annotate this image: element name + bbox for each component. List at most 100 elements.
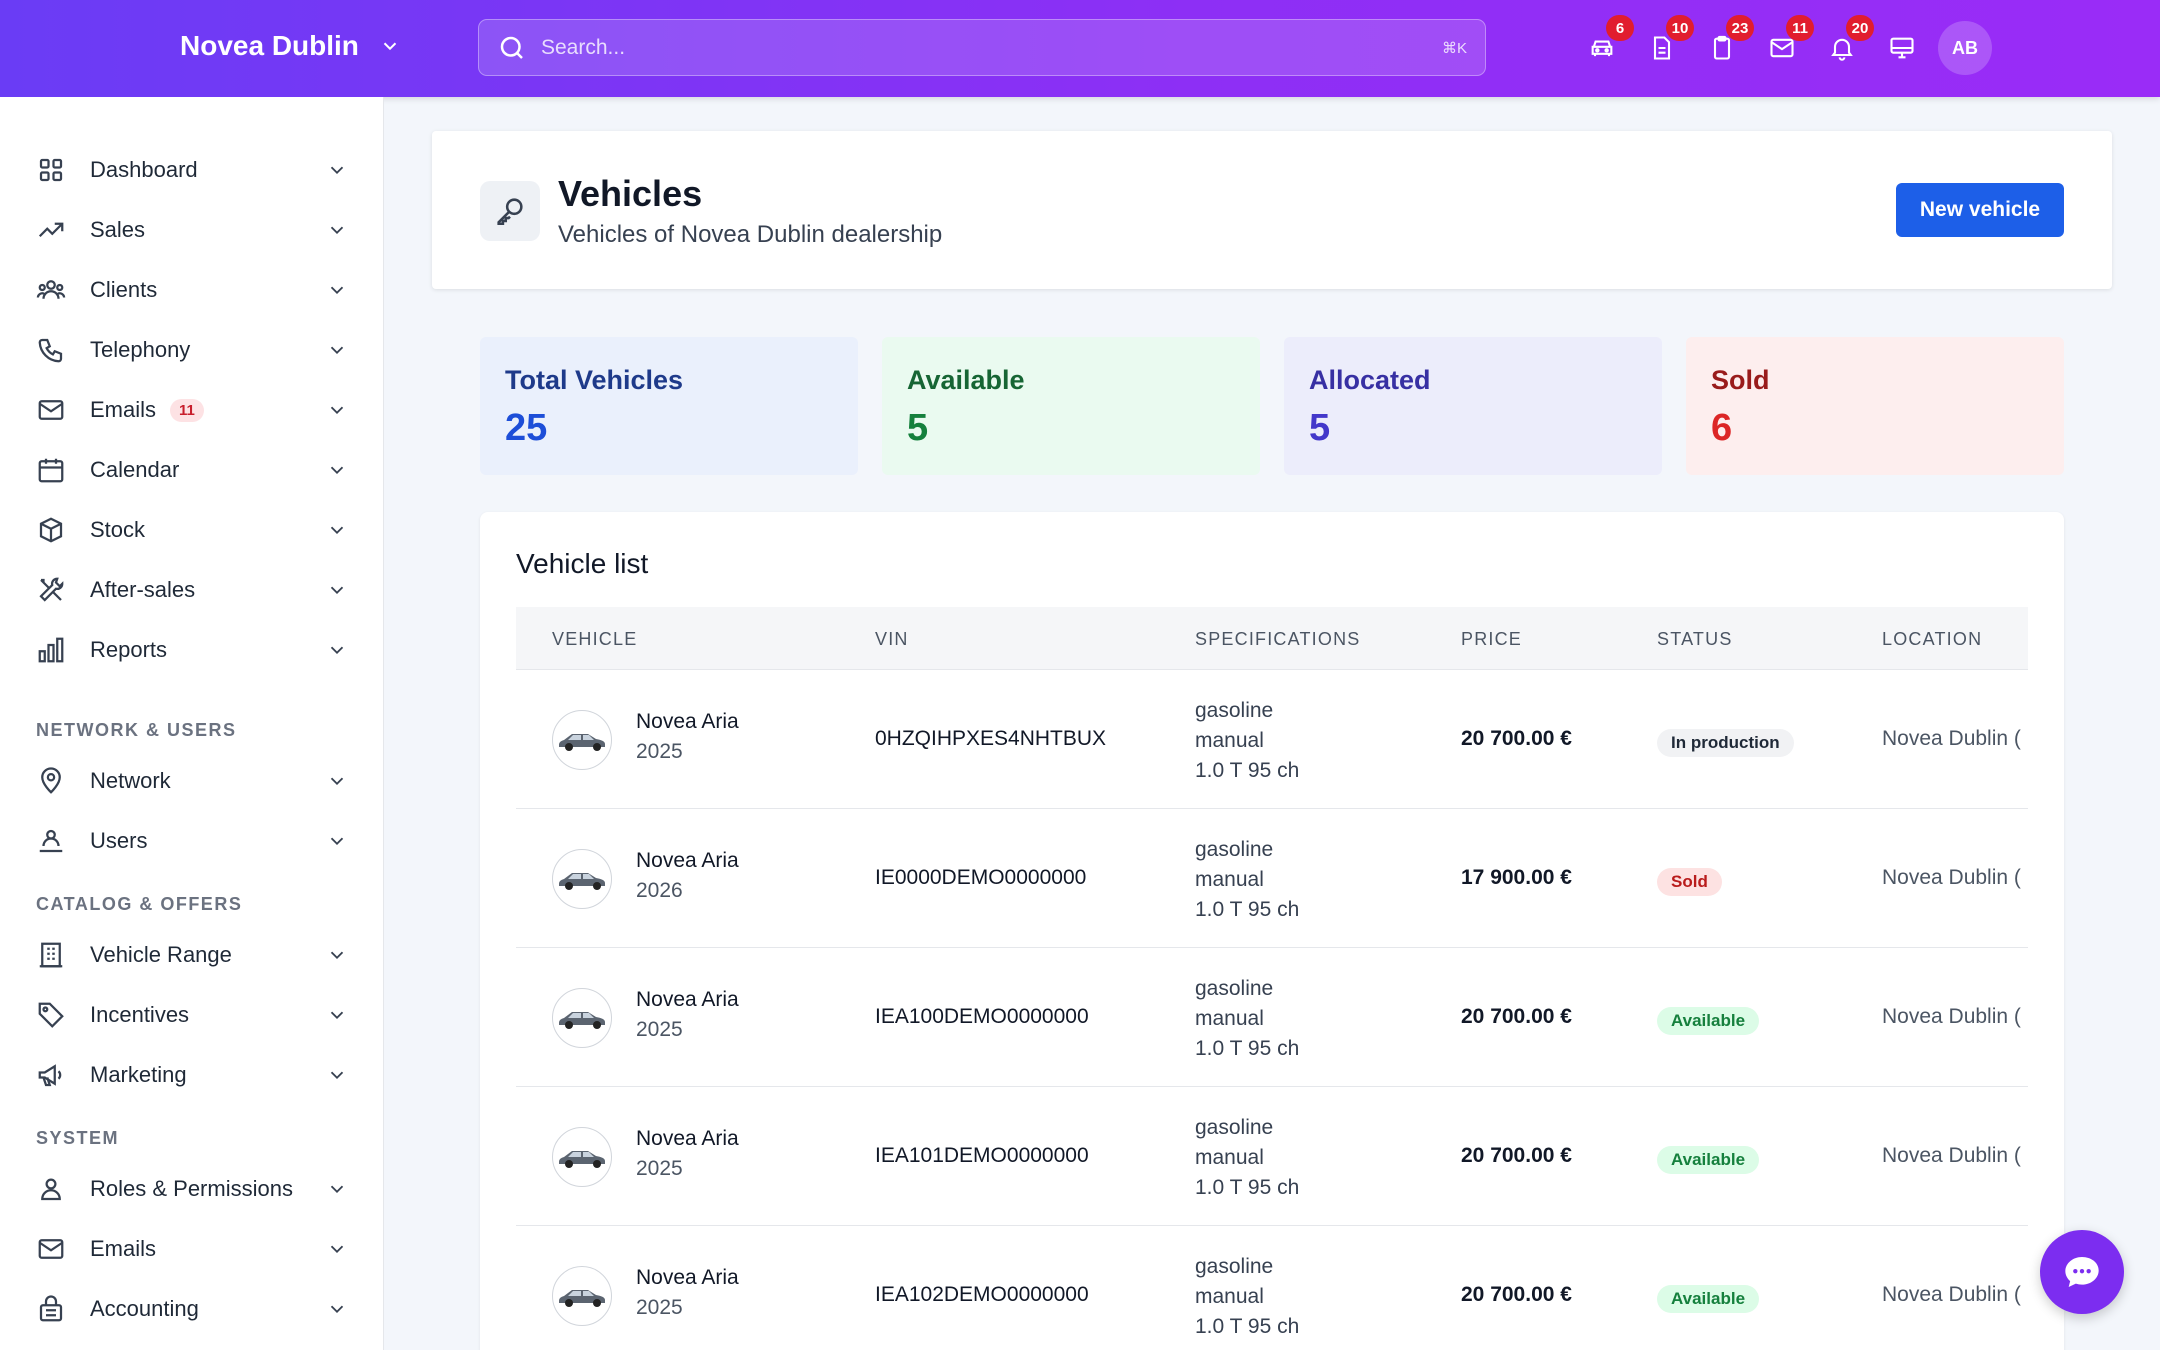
sidebar-item-sales[interactable]: Sales	[36, 207, 356, 253]
sidebar-item-stock[interactable]: Stock	[36, 507, 356, 553]
vehicle-specs: gasoline manual 1.0 T 95 ch	[1195, 835, 1299, 925]
dealership-selector[interactable]: Novea Dublin	[180, 30, 401, 62]
column-header[interactable]: VIN	[875, 629, 909, 650]
chevron-down-icon	[330, 346, 344, 355]
status-badge: Available	[1657, 1007, 1760, 1035]
sidebar-item-label: Incentives	[90, 1002, 190, 1027]
vehicle-name[interactable]: Novea Aria	[636, 849, 739, 873]
sidebar-item-label: Emails	[90, 1236, 157, 1261]
messages-button[interactable]: 11	[1752, 15, 1814, 66]
chevron-down-icon	[330, 466, 344, 475]
sidebar-item-label: Telephony	[90, 337, 191, 362]
search-bar[interactable]: ⌘K	[478, 19, 1486, 76]
section-title: NETWORK & USERS	[36, 720, 237, 740]
sidebar-item-after-sales[interactable]: After-sales	[36, 567, 356, 613]
vehicle-name[interactable]: Novea Aria	[636, 710, 739, 734]
mail-icon	[36, 1234, 66, 1264]
sidebar-item-system-emails[interactable]: Emails	[36, 1226, 356, 1272]
documents-button[interactable]: 10	[1632, 15, 1694, 66]
chevron-down-icon	[330, 1305, 344, 1314]
notification-badge: 10	[1666, 15, 1694, 41]
bar-chart-icon	[36, 635, 66, 665]
column-header[interactable]: PRICE	[1461, 629, 1522, 650]
chevron-down-icon	[330, 646, 344, 655]
column-header[interactable]: VEHICLE	[552, 629, 637, 650]
status-badge: Available	[1657, 1285, 1760, 1313]
chat-bubble-icon	[2065, 1257, 2099, 1287]
user-avatar[interactable]: AB	[1938, 21, 1992, 75]
tasks-button[interactable]: 23	[1692, 15, 1754, 66]
vehicle-name[interactable]: Novea Aria	[636, 988, 739, 1012]
chat-button[interactable]	[2040, 1230, 2124, 1314]
vehicle-vin: IEA101DEMO0000000	[875, 1144, 1089, 1167]
notification-badge: 20	[1846, 15, 1874, 41]
phone-icon	[36, 335, 66, 365]
trending-up-icon	[36, 215, 66, 245]
vehicle-vin: IEA100DEMO0000000	[875, 1005, 1089, 1028]
megaphone-icon	[36, 1060, 66, 1090]
sidebar-item-label: Sales	[90, 217, 146, 242]
spec-fuel: gasoline	[1195, 1116, 1274, 1139]
new-vehicle-button[interactable]: New vehicle	[1896, 183, 2064, 237]
spec-fuel: gasoline	[1195, 699, 1274, 722]
chevron-down-icon	[330, 406, 344, 415]
sidebar-item-label: Users	[90, 828, 148, 853]
vehicle-name[interactable]: Novea Aria	[636, 1127, 739, 1151]
sidebar-item-marketing[interactable]: Marketing	[36, 1052, 356, 1098]
chevron-down-icon	[330, 1011, 344, 1020]
table-row[interactable]: Novea Aria 2025 IEA100DEMO0000000 gasoli…	[516, 948, 2028, 1087]
stat-card-sold: Sold 6	[1686, 337, 2064, 475]
car-thumbnail	[552, 849, 612, 909]
car-icon	[559, 873, 605, 890]
page-title: Vehicles	[558, 173, 703, 214]
sidebar-item-reports[interactable]: Reports	[36, 627, 356, 673]
table-row[interactable]: Novea Aria 2026 IE0000DEMO0000000 gasoli…	[516, 809, 2028, 948]
vehicle-location: Novea Dublin (	[1882, 1005, 2021, 1028]
column-header[interactable]: SPECIFICATIONS	[1195, 629, 1361, 650]
table-row[interactable]: Novea Aria 2025 IEA101DEMO0000000 gasoli…	[516, 1087, 2028, 1226]
notifications-button[interactable]: 20	[1812, 15, 1874, 66]
vehicle-specs: gasoline manual 1.0 T 95 ch	[1195, 696, 1299, 786]
unread-badge: 11	[170, 398, 204, 422]
sidebar-item-label: Network	[90, 768, 171, 793]
sidebar-item-calendar[interactable]: Calendar	[36, 447, 356, 493]
sidebar-item-roles-permissions[interactable]: Roles & Permissions	[36, 1166, 356, 1212]
sidebar-item-network[interactable]: Network	[36, 758, 356, 804]
chevron-down-icon	[330, 777, 344, 786]
sidebar-item-label: Marketing	[90, 1062, 187, 1087]
vehicle-list-card: Vehicle list VEHICLE VIN SPECIFICATIONS …	[480, 512, 2064, 1350]
notification-badge: 6	[1606, 15, 1634, 41]
spec-fuel: gasoline	[1195, 977, 1274, 1000]
car-icon	[559, 1012, 605, 1029]
car-thumbnail	[552, 1127, 612, 1187]
sidebar-item-label: Clients	[90, 277, 158, 302]
stat-value: 6	[1711, 407, 1733, 449]
vehicle-vin: IEA102DEMO0000000	[875, 1283, 1089, 1306]
table-row[interactable]: Novea Aria 2025 0HZQIHPXES4NHTBUX gasoli…	[516, 670, 2028, 809]
sidebar-item-users[interactable]: Users	[36, 818, 356, 864]
vehicle-vin: 0HZQIHPXES4NHTBUX	[875, 727, 1107, 750]
stat-card-available: Available 5	[882, 337, 1260, 475]
sidebar-item-incentives[interactable]: Incentives	[36, 992, 356, 1038]
vehicle-name[interactable]: Novea Aria	[636, 1266, 739, 1290]
sidebar-item-telephony[interactable]: Telephony	[36, 327, 356, 373]
table-row[interactable]: Novea Aria 2025 IEA102DEMO0000000 gasoli…	[516, 1226, 2028, 1350]
sidebar-item-label: Stock	[90, 517, 146, 542]
sidebar-item-clients[interactable]: Clients	[36, 267, 356, 313]
search-input[interactable]	[541, 35, 1442, 60]
column-header[interactable]: STATUS	[1657, 629, 1733, 650]
column-header[interactable]: LOCATION	[1882, 629, 1982, 650]
vehicles-notifications-button[interactable]: 6	[1572, 15, 1634, 66]
spec-gearbox: manual	[1195, 729, 1264, 752]
sidebar-item-dashboard[interactable]: Dashboard	[36, 147, 356, 193]
sidebar-item-emails[interactable]: Emails 11	[36, 387, 356, 433]
sidebar-item-vehicle-range[interactable]: Vehicle Range	[36, 932, 356, 978]
calendar-icon	[36, 455, 66, 485]
page-header: Vehicles Vehicles of Novea Dublin dealer…	[432, 131, 2112, 289]
sidebar-item-accounting[interactable]: Accounting	[36, 1286, 356, 1332]
sidebar-item-label: Calendar	[90, 457, 180, 482]
chevron-down-icon	[330, 1071, 344, 1080]
car-icon	[559, 734, 605, 751]
display-button[interactable]	[1872, 30, 1932, 66]
spec-gearbox: manual	[1195, 1146, 1264, 1169]
